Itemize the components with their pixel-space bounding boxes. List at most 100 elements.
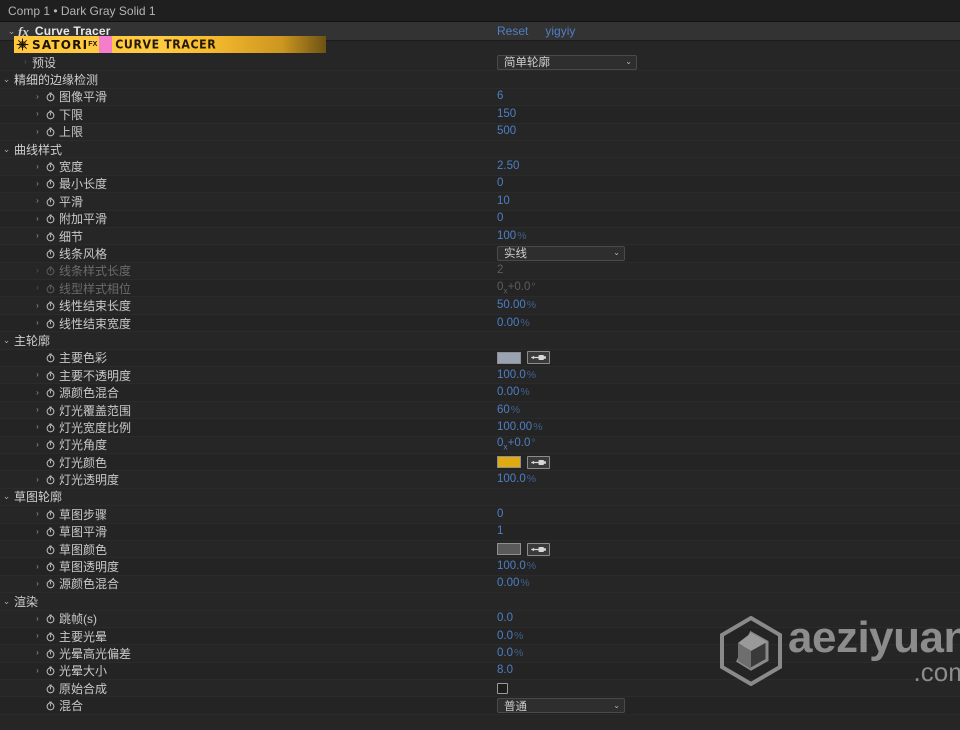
expand-arrow-icon[interactable]: › (32, 614, 43, 623)
eyedropper-icon[interactable] (527, 542, 550, 556)
property-row[interactable]: › 主要不透明度 100.0% (0, 367, 960, 385)
stopwatch-icon[interactable] (43, 318, 58, 329)
property-value[interactable]: 0.00% (497, 317, 530, 330)
property-row[interactable]: › 原始合成 (0, 680, 960, 698)
reset-link[interactable]: Reset (497, 22, 528, 41)
expand-arrow-icon[interactable]: › (32, 440, 43, 449)
dropdown-select[interactable]: 普通 ⌄ (497, 698, 625, 714)
expand-arrow-icon[interactable]: › (32, 301, 43, 310)
expand-arrow-icon[interactable]: › (32, 110, 43, 118)
property-group-row[interactable]: ⌄ 曲线样式 (0, 140, 960, 159)
expand-arrow-icon[interactable]: › (32, 527, 43, 536)
expand-arrow-icon[interactable]: › (32, 214, 43, 223)
expand-arrow-icon[interactable]: › (32, 579, 43, 588)
group-twirl-icon[interactable]: ⌄ (0, 144, 13, 154)
property-value[interactable]: 0 (497, 212, 503, 225)
property-value[interactable]: 0.0% (497, 647, 523, 660)
stopwatch-icon[interactable] (43, 370, 58, 381)
property-row[interactable]: › 线性结束长度 50.00% (0, 297, 960, 315)
expand-arrow-icon[interactable]: › (32, 475, 43, 484)
property-group-row[interactable]: ⌄ 精细的边缘检测 (0, 71, 960, 89)
property-row[interactable]: › 草图平滑 1 (0, 523, 960, 541)
property-row[interactable]: › 灯光颜色 (0, 453, 960, 472)
expand-arrow-icon[interactable]: › (32, 388, 43, 397)
property-value[interactable]: 100.0% (497, 369, 536, 382)
property-row[interactable]: › 草图步骤 0 (0, 506, 960, 524)
stopwatch-icon[interactable] (43, 474, 58, 485)
stopwatch-icon[interactable] (43, 526, 58, 537)
expand-arrow-icon[interactable]: › (32, 92, 43, 101)
expand-arrow-icon[interactable]: › (32, 162, 43, 171)
group-twirl-icon[interactable]: ⌄ (0, 596, 13, 606)
property-value[interactable]: 0.0 (497, 612, 513, 625)
color-swatch[interactable] (497, 456, 521, 469)
stopwatch-icon[interactable] (43, 213, 58, 224)
stopwatch-icon[interactable] (43, 422, 58, 433)
eyedropper-icon[interactable] (527, 455, 550, 469)
stopwatch-icon[interactable] (43, 91, 58, 102)
expand-arrow-icon[interactable]: › (32, 510, 43, 518)
stopwatch-icon[interactable] (43, 178, 58, 189)
property-value[interactable]: 100.0% (497, 473, 536, 486)
property-value[interactable]: 100.0% (497, 560, 536, 573)
dropdown-select[interactable]: 简单轮廓 ⌄ (497, 54, 637, 70)
stopwatch-icon[interactable] (43, 126, 58, 137)
property-group-row[interactable]: ⌄ 渲染 (0, 593, 960, 611)
property-value[interactable]: 0 (497, 177, 503, 190)
property-row[interactable]: › 跳帧(s) 0.0 (0, 611, 960, 628)
property-row[interactable]: › 灯光角度 0x+0.0° (0, 437, 960, 454)
property-value[interactable]: 100% (497, 230, 527, 243)
property-value[interactable]: 50.00% (497, 299, 536, 312)
property-row[interactable]: › 预设 简单轮廓 ⌄ (0, 54, 960, 72)
stopwatch-icon[interactable] (43, 631, 58, 642)
expand-arrow-icon[interactable]: › (32, 232, 43, 240)
group-twirl-icon[interactable]: ⌄ (0, 335, 13, 345)
expand-arrow-icon[interactable]: › (32, 179, 43, 188)
property-value[interactable]: 60% (497, 404, 520, 417)
expand-arrow-icon[interactable]: › (32, 127, 43, 136)
property-group-row[interactable]: ⌄ 草图轮廓 (0, 488, 960, 507)
property-value[interactable]: 6 (497, 90, 503, 103)
property-value[interactable]: 0.00% (497, 577, 530, 590)
expand-arrow-icon[interactable]: › (32, 371, 43, 379)
stopwatch-icon[interactable] (43, 544, 58, 555)
expand-arrow-icon[interactable]: › (32, 562, 43, 571)
property-value[interactable]: 2.50 (497, 160, 519, 173)
property-value[interactable]: 100.00% (497, 421, 543, 434)
property-row[interactable]: › 光晕高光偏差 0.0% (0, 645, 960, 663)
property-row[interactable]: › 附加平滑 0 (0, 210, 960, 228)
property-row[interactable]: › 线型样式相位 0x+0.0° (0, 280, 960, 298)
stopwatch-icon[interactable] (43, 300, 58, 311)
stopwatch-icon[interactable] (43, 648, 58, 659)
checkbox[interactable] (497, 682, 508, 694)
property-row[interactable]: › 上限 500 (0, 124, 960, 141)
expand-arrow-icon[interactable]: › (32, 632, 43, 640)
stopwatch-icon[interactable] (43, 700, 58, 711)
property-row[interactable]: › 草图颜色 (0, 541, 960, 559)
property-row[interactable]: › 宽度 2.50 (0, 158, 960, 176)
stopwatch-icon[interactable] (43, 683, 58, 694)
expand-arrow-icon[interactable]: › (32, 406, 43, 414)
property-row[interactable]: › 细节 100% (0, 228, 960, 246)
property-value[interactable]: 150 (497, 108, 516, 121)
stopwatch-icon[interactable] (43, 439, 58, 450)
stopwatch-icon[interactable] (43, 248, 58, 259)
stopwatch-icon[interactable] (43, 405, 58, 416)
property-row[interactable]: › 线性结束宽度 0.00% (0, 314, 960, 333)
expand-arrow-icon[interactable]: › (20, 58, 31, 66)
stopwatch-icon[interactable] (43, 578, 58, 589)
property-group-row[interactable]: ⌄ 主轮廓 (0, 332, 960, 350)
expand-arrow-icon[interactable]: › (32, 423, 43, 431)
stopwatch-icon[interactable] (43, 196, 58, 207)
property-row[interactable]: › 灯光透明度 100.0% (0, 471, 960, 489)
expand-arrow-icon[interactable]: › (32, 266, 43, 275)
property-row[interactable]: › 草图透明度 100.0% (0, 558, 960, 576)
property-value[interactable]: 0 (497, 508, 503, 521)
property-value[interactable]: 1 (497, 525, 503, 538)
property-row[interactable]: › 线条样式长度 2 (0, 263, 960, 281)
property-value[interactable]: 10 (497, 195, 510, 208)
property-row[interactable]: › 源颜色混合 0.00% (0, 384, 960, 402)
color-swatch[interactable] (497, 351, 521, 364)
property-value[interactable]: 8.0 (497, 664, 513, 677)
property-value[interactable]: 0.0% (497, 630, 523, 643)
